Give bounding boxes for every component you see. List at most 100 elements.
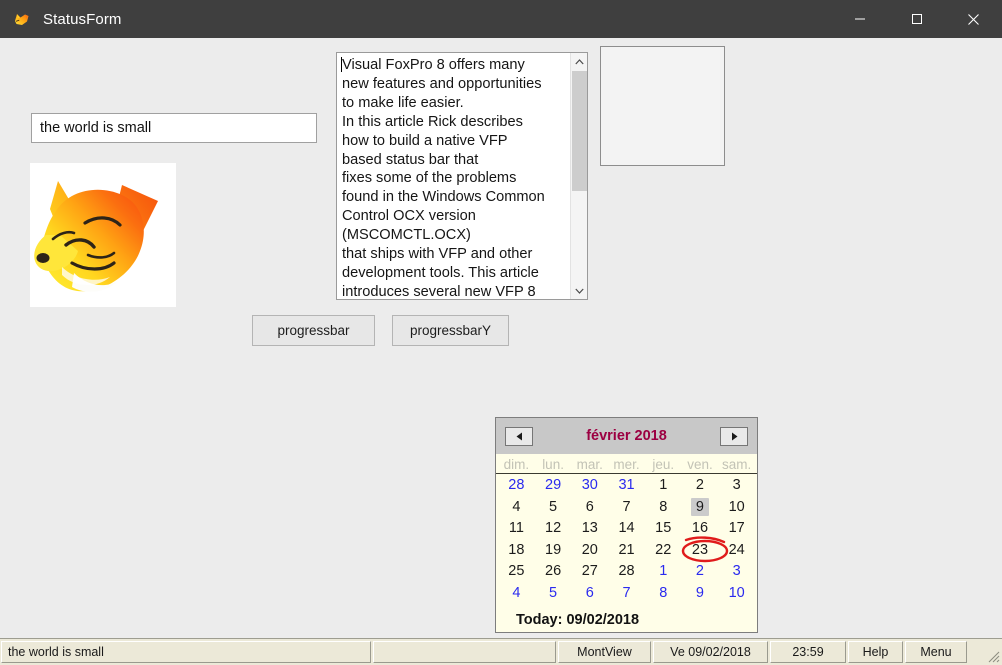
calendar-day-number: 15	[655, 520, 672, 536]
calendar-day[interactable]: 13	[571, 518, 608, 540]
calendar-day[interactable]: 22	[645, 540, 682, 562]
progressbary-button[interactable]: progressbarY	[392, 315, 509, 346]
calendar-day-number: 4	[512, 498, 521, 515]
calendar-day[interactable]: 28	[498, 475, 535, 497]
calendar-day-number: 8	[659, 584, 668, 601]
calendar-day-number: 5	[549, 498, 558, 515]
calendar-day-number: 9	[690, 497, 709, 516]
calendar-day[interactable]: 27	[571, 561, 608, 583]
calendar-next-month-button[interactable]	[720, 426, 748, 446]
calendar-week-row: 4 5 6 7 8 9 10	[498, 497, 755, 519]
calendar-day-number: 16	[691, 520, 709, 536]
calendar-day[interactable]: 12	[535, 518, 572, 540]
resize-grip-icon[interactable]	[982, 639, 1002, 665]
calendar-day-number: 25	[508, 563, 525, 579]
calendar-day[interactable]: 2	[682, 475, 719, 497]
calendar-day-number: 19	[545, 541, 562, 558]
calendar-weeks: 28 29 30 31 1 2 3 4 5 6 7 8 9 10 11 12 13 14 15 16 17 18 19 20 2…	[496, 474, 757, 604]
statusbar-time-panel[interactable]: 23:59	[770, 641, 846, 663]
calendar-day[interactable]: 11	[498, 518, 535, 540]
scrollbar-thumb[interactable]	[572, 71, 587, 191]
calendar-day[interactable]: 9	[682, 583, 719, 605]
calendar-day[interactable]: 2	[682, 561, 719, 583]
day-name: ven.	[687, 457, 713, 472]
calendar-day[interactable]: 24	[718, 540, 755, 562]
calendar-day[interactable]: 4	[498, 583, 535, 605]
statusbar-help-panel[interactable]: Help	[848, 641, 903, 663]
calendar-day-number: 30	[581, 477, 598, 493]
calendar-day-number: 13	[581, 520, 598, 536]
calendar-day[interactable]: 5	[535, 497, 572, 519]
calendar-day[interactable]: 3	[718, 475, 755, 497]
calendar-day-number: 14	[618, 520, 635, 536]
calendar-day[interactable]: 1	[645, 475, 682, 497]
calendar-day-number: 4	[512, 584, 521, 601]
calendar-day-number: 31	[618, 477, 635, 493]
calendar-day[interactable]: 18	[498, 540, 535, 562]
calendar-day[interactable]: 31	[608, 475, 645, 497]
form-client-area: the world is small Visual FoxPro 8 offer…	[0, 38, 1002, 665]
calendar-day[interactable]: 23	[682, 540, 719, 562]
calendar-day[interactable]: 5	[535, 583, 572, 605]
title-bar: StatusForm	[0, 0, 1002, 38]
statusbar-message-panel[interactable]: the world is small	[1, 641, 371, 663]
month-view-calendar[interactable]: février 2018 dim. lun. mar. mer. jeu. ve…	[495, 417, 758, 633]
statusbar-date-panel[interactable]: Ve 09/02/2018	[653, 641, 768, 663]
calendar-day[interactable]: 29	[535, 475, 572, 497]
calendar-day[interactable]: 8	[645, 497, 682, 519]
calendar-day[interactable]: 1	[645, 561, 682, 583]
calendar-day[interactable]: 19	[535, 540, 572, 562]
minimize-button[interactable]	[831, 0, 888, 38]
day-name: lun.	[542, 457, 564, 472]
calendar-day[interactable]: 28	[608, 561, 645, 583]
calendar-prev-month-button[interactable]	[505, 426, 533, 446]
calendar-day[interactable]: 20	[571, 540, 608, 562]
foxpro-fox-logo	[30, 163, 176, 307]
calendar-day-number: 10	[728, 584, 745, 601]
statusbar-blank-panel[interactable]	[373, 641, 556, 663]
scroll-down-icon[interactable]	[571, 282, 588, 299]
world-text-input[interactable]: the world is small	[31, 113, 317, 143]
calendar-day-today[interactable]: 9	[682, 497, 719, 519]
calendar-day[interactable]: 26	[535, 561, 572, 583]
article-text[interactable]: Visual FoxPro 8 offers many new features…	[337, 53, 570, 299]
calendar-day-number: 20	[581, 541, 598, 558]
maximize-button[interactable]	[888, 0, 945, 38]
calendar-day-number: 1	[659, 477, 668, 493]
calendar-day[interactable]: 3	[718, 561, 755, 583]
calendar-day[interactable]: 21	[608, 540, 645, 562]
calendar-day-number: 23	[691, 541, 709, 558]
calendar-day-number: 5	[549, 584, 558, 601]
calendar-day-number: 6	[585, 498, 594, 515]
calendar-day[interactable]: 15	[645, 518, 682, 540]
window-title: StatusForm	[43, 10, 122, 28]
statusbar-monthview-panel[interactable]: MontView	[558, 641, 651, 663]
calendar-day[interactable]: 10	[718, 583, 755, 605]
fox-image-container	[30, 163, 176, 307]
calendar-day[interactable]: 30	[571, 475, 608, 497]
progressbar-button[interactable]: progressbar	[252, 315, 375, 346]
editbox-scrollbar[interactable]	[570, 53, 587, 299]
calendar-day-number: 2	[695, 477, 704, 493]
calendar-day-number: 9	[695, 584, 704, 601]
scroll-up-icon[interactable]	[571, 53, 588, 70]
calendar-day[interactable]: 10	[718, 497, 755, 519]
calendar-day[interactable]: 25	[498, 561, 535, 583]
calendar-day[interactable]: 6	[571, 497, 608, 519]
calendar-day[interactable]: 17	[718, 518, 755, 540]
calendar-day[interactable]: 7	[608, 583, 645, 605]
article-editbox[interactable]: Visual FoxPro 8 offers many new features…	[336, 52, 588, 300]
calendar-day[interactable]: 7	[608, 497, 645, 519]
close-button[interactable]	[945, 0, 1002, 38]
calendar-day[interactable]: 8	[645, 583, 682, 605]
calendar-day[interactable]: 4	[498, 497, 535, 519]
calendar-week-row: 28 29 30 31 1 2 3	[498, 475, 755, 497]
calendar-day[interactable]: 6	[571, 583, 608, 605]
calendar-day-number: 8	[659, 498, 668, 515]
calendar-day[interactable]: 14	[608, 518, 645, 540]
calendar-week-row: 11 12 13 14 15 16 17	[498, 518, 755, 540]
calendar-day[interactable]: 16	[682, 518, 719, 540]
statusbar-menu-panel[interactable]: Menu	[905, 641, 967, 663]
calendar-day-number: 2	[695, 563, 704, 579]
calendar-week-row: 18 19 20 21 22 23 24	[498, 540, 755, 562]
